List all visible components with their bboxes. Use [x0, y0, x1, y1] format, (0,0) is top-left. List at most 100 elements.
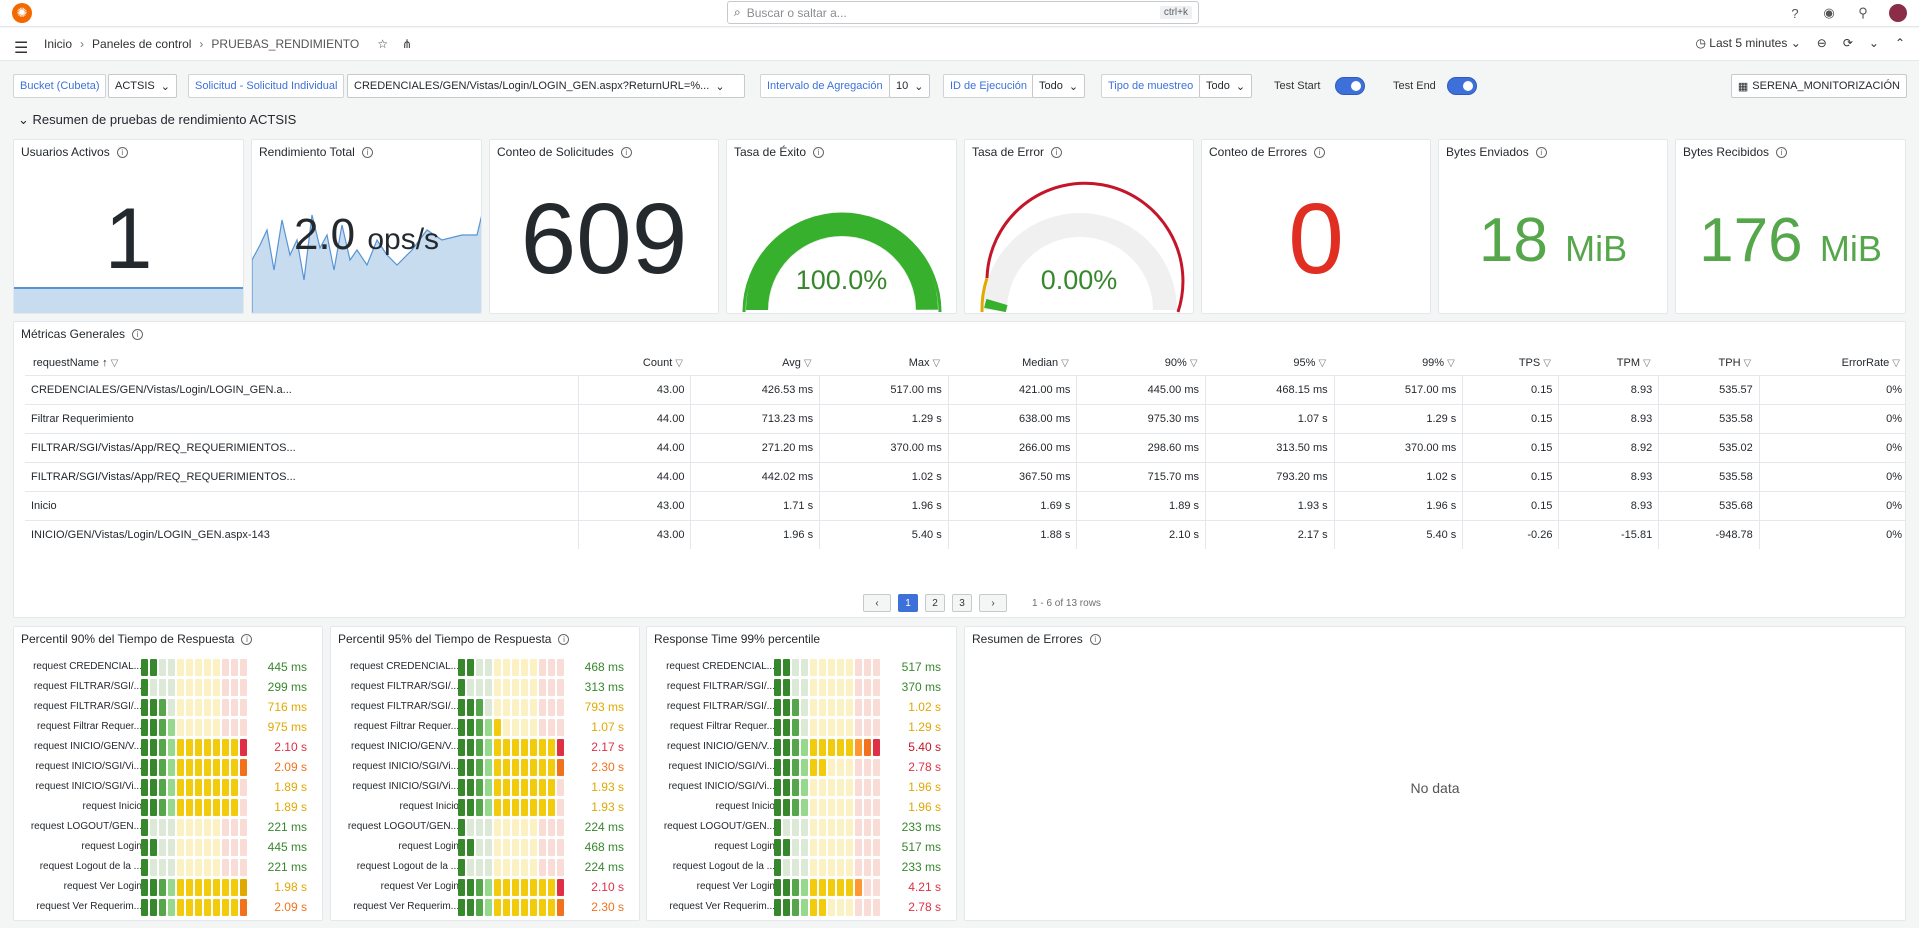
info-icon[interactable]: i — [1051, 146, 1063, 158]
breadcrumb-dashboards[interactable]: Paneles de control — [92, 37, 191, 51]
bargauge-cell — [177, 719, 184, 736]
bargauge-cell — [810, 759, 817, 776]
info-icon[interactable]: i — [813, 146, 825, 158]
zoom-out-icon[interactable]: ⊖ — [1817, 36, 1827, 50]
news-icon[interactable]: ◉ — [1821, 5, 1837, 21]
bargauge-cell — [503, 819, 510, 836]
column-header-4[interactable]: Median ▽ — [948, 351, 1077, 375]
bargauge-cell — [168, 819, 175, 836]
test-end-toggle[interactable] — [1447, 77, 1477, 95]
grafana-logo-icon[interactable]: ✺ — [12, 3, 32, 23]
menu-icon[interactable]: ☰ — [14, 38, 28, 58]
bargauge-cell — [557, 859, 564, 876]
bargauge-cell — [810, 659, 817, 676]
filter-icon[interactable]: ▽ — [1643, 358, 1651, 369]
column-header-11[interactable]: ErrorRate ▽ — [1759, 351, 1905, 375]
info-icon[interactable]: i — [116, 146, 128, 158]
test-end-label: Test End — [1393, 80, 1436, 92]
bargauge-cell — [855, 799, 862, 816]
column-header-5[interactable]: 90% ▽ — [1077, 351, 1206, 375]
collapse-icon[interactable]: ⌃ — [1895, 36, 1905, 50]
bargauge-cell — [548, 779, 555, 796]
filter-icon[interactable]: ▽ — [1190, 358, 1198, 369]
prev-page-button[interactable]: ‹ — [863, 594, 891, 612]
bargauge-value: 1.93 s — [591, 780, 624, 794]
bargauge-label: request Filtrar Requer... — [36, 721, 142, 732]
info-icon[interactable]: i — [1535, 146, 1547, 158]
info-icon[interactable]: i — [132, 328, 144, 340]
row-title[interactable]: ⌄ Resumen de pruebas de rendimiento ACTS… — [18, 112, 296, 128]
bargauge-cell — [521, 759, 528, 776]
table-cell: 975.30 ms — [1076, 403, 1207, 433]
exec-select[interactable]: Todo ⌄ — [1032, 74, 1086, 98]
filter-icon[interactable]: ▽ — [933, 358, 941, 369]
bucket-select[interactable]: ACTSIS ⌄ — [108, 74, 177, 98]
sparkline-area — [14, 287, 243, 313]
filter-icon[interactable]: ▽ — [1318, 358, 1326, 369]
time-picker[interactable]: ◷ Last 5 minutes ⌄ — [1695, 36, 1800, 50]
filter-icon[interactable]: ▽ — [675, 358, 683, 369]
bargauge-cell — [855, 779, 862, 796]
filter-icon[interactable]: ▽ — [1744, 358, 1752, 369]
page-1-button[interactable]: 1 — [898, 594, 918, 612]
info-icon[interactable]: i — [1314, 146, 1326, 158]
next-page-button[interactable]: › — [979, 594, 1007, 612]
share-icon[interactable]: ⋔ — [402, 37, 412, 51]
help-icon[interactable]: ? — [1787, 5, 1803, 21]
refresh-interval-chevron-icon[interactable]: ⌄ — [1869, 36, 1879, 50]
info-icon[interactable]: i — [558, 633, 570, 645]
bargauge-bar — [141, 719, 247, 736]
interval-select[interactable]: 10 ⌄ — [889, 74, 931, 98]
filter-icon[interactable]: ▽ — [111, 358, 119, 369]
breadcrumb-home[interactable]: Inicio — [44, 37, 72, 51]
filter-icon[interactable]: ▽ — [1061, 358, 1069, 369]
refresh-icon[interactable]: ⟳ — [1843, 36, 1853, 50]
bargauge-cell — [494, 759, 501, 776]
filter-icon[interactable]: ▽ — [1447, 358, 1455, 369]
bargauge-cell — [204, 859, 211, 876]
bargauge-value: 517 ms — [901, 840, 941, 854]
bargauge-value: 716 ms — [267, 700, 307, 714]
info-icon[interactable]: i — [241, 633, 253, 645]
column-header-7[interactable]: 99% ▽ — [1334, 351, 1463, 375]
bargauge-bar — [141, 819, 247, 836]
page-3-button[interactable]: 3 — [952, 594, 972, 612]
info-icon[interactable]: i — [361, 146, 373, 158]
table-cell: 1.69 s — [948, 490, 1078, 520]
avatar[interactable] — [1889, 4, 1907, 22]
column-header-8[interactable]: TPS ▽ — [1463, 351, 1559, 375]
info-icon[interactable]: i — [620, 146, 632, 158]
dashboard-link-button[interactable]: ▦ SERENA_MONITORIZACIÓN — [1730, 74, 1907, 98]
info-icon[interactable]: i — [1776, 146, 1788, 158]
column-header-3[interactable]: Max ▽ — [820, 351, 949, 375]
request-select[interactable]: CREDENCIALES/GEN/Vistas/Login/LOGIN_GEN.… — [347, 74, 745, 98]
table-cell: 0% — [1759, 490, 1905, 520]
test-start-toggle[interactable] — [1335, 77, 1365, 95]
bargauge-cell — [494, 679, 501, 696]
star-icon[interactable]: ☆ — [377, 37, 388, 51]
info-icon[interactable]: i — [1089, 633, 1101, 645]
filter-icon[interactable]: ▽ — [1892, 358, 1900, 369]
bargauge-cell — [819, 839, 826, 856]
page-2-button[interactable]: 2 — [925, 594, 945, 612]
filter-icon[interactable]: ▽ — [804, 358, 812, 369]
column-header-9[interactable]: TPM ▽ — [1559, 351, 1659, 375]
bargauge-label: request Logout de la ... — [672, 861, 775, 872]
bargauge-cell — [512, 679, 519, 696]
search-input[interactable]: ⌕ Buscar o saltar a... ctrl+k — [727, 1, 1199, 24]
table-cell: Filtrar Requerimiento — [25, 403, 580, 433]
column-header-6[interactable]: 95% ▽ — [1206, 351, 1335, 375]
column-header-0[interactable]: requestName ↑ ▽ — [25, 351, 579, 375]
sample-select[interactable]: Todo ⌄ — [1199, 74, 1253, 98]
filter-icon[interactable]: ▽ — [1543, 358, 1551, 369]
bargauge-cell — [792, 839, 799, 856]
bargauge-cell — [240, 879, 247, 896]
notifications-icon[interactable]: ⚲ — [1855, 5, 1871, 21]
column-header-2[interactable]: Avg ▽ — [691, 351, 820, 375]
table-cell: 713.23 ms — [690, 403, 821, 433]
column-header-10[interactable]: TPH ▽ — [1659, 351, 1760, 375]
bargauge-bar — [458, 879, 564, 896]
bargauge-cell — [168, 839, 175, 856]
column-header-1[interactable]: Count ▽ — [579, 351, 691, 375]
panel-title: Tasa de Error — [972, 145, 1045, 159]
